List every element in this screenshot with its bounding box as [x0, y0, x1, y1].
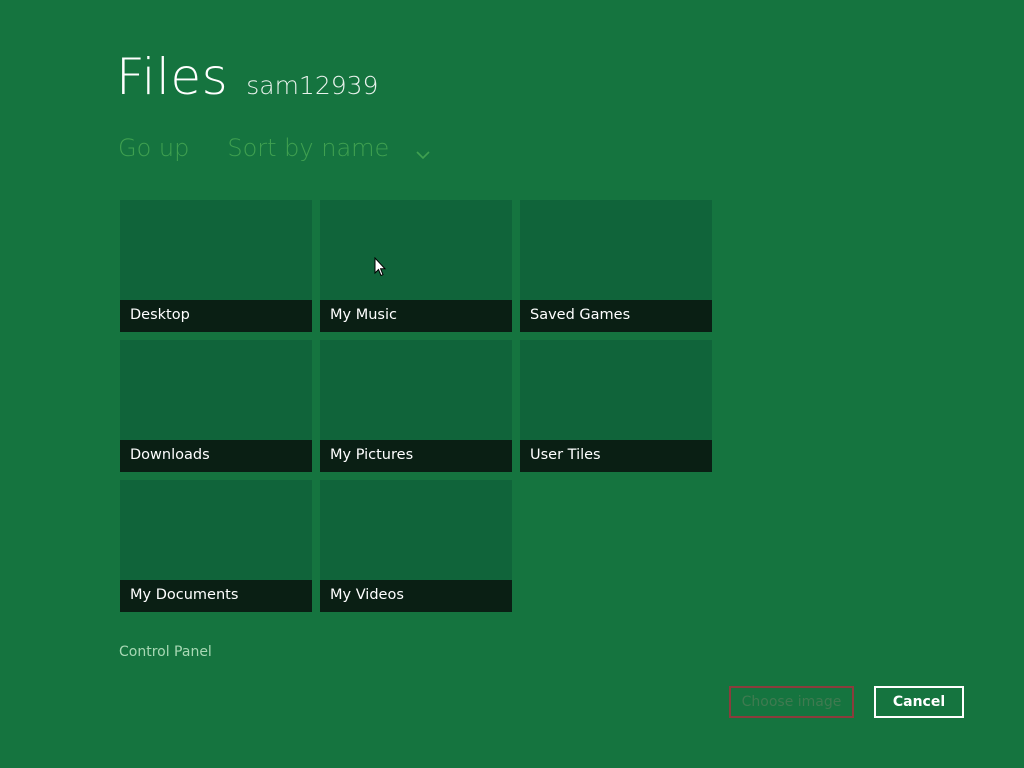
folder-label: My Videos	[320, 580, 512, 612]
folder-tile-my-documents[interactable]: My Documents	[120, 480, 312, 612]
page-title: Files	[116, 48, 229, 106]
folder-label: Desktop	[120, 300, 312, 332]
folder-label: Saved Games	[520, 300, 712, 332]
sort-dropdown[interactable]: Sort by name	[227, 134, 431, 162]
nav-bar: Go up Sort by name	[118, 134, 431, 162]
folder-grid: Desktop My Music Saved Games Downloads M…	[120, 200, 720, 620]
user-name: sam12939	[246, 71, 379, 100]
folder-label: My Documents	[120, 580, 312, 612]
folder-label: Downloads	[120, 440, 312, 472]
go-up-link[interactable]: Go up	[118, 134, 189, 162]
folder-tile-desktop[interactable]: Desktop	[120, 200, 312, 332]
cancel-button[interactable]: Cancel	[874, 686, 964, 718]
chevron-down-icon	[415, 141, 431, 160]
folder-label: User Tiles	[520, 440, 712, 472]
folder-tile-my-music[interactable]: My Music	[320, 200, 512, 332]
file-picker-page: Files sam12939 Go up Sort by name Deskto…	[0, 0, 1024, 768]
folder-label: My Pictures	[320, 440, 512, 472]
control-panel-link[interactable]: Control Panel	[119, 644, 212, 660]
sort-label: Sort by name	[227, 134, 390, 162]
folder-label: My Music	[320, 300, 512, 332]
folder-tile-my-pictures[interactable]: My Pictures	[320, 340, 512, 472]
choose-image-button[interactable]: Choose image	[729, 686, 854, 718]
header: Files sam12939	[116, 52, 378, 102]
folder-tile-downloads[interactable]: Downloads	[120, 340, 312, 472]
folder-tile-my-videos[interactable]: My Videos	[320, 480, 512, 612]
folder-tile-user-tiles[interactable]: User Tiles	[520, 340, 712, 472]
folder-tile-saved-games[interactable]: Saved Games	[520, 200, 712, 332]
